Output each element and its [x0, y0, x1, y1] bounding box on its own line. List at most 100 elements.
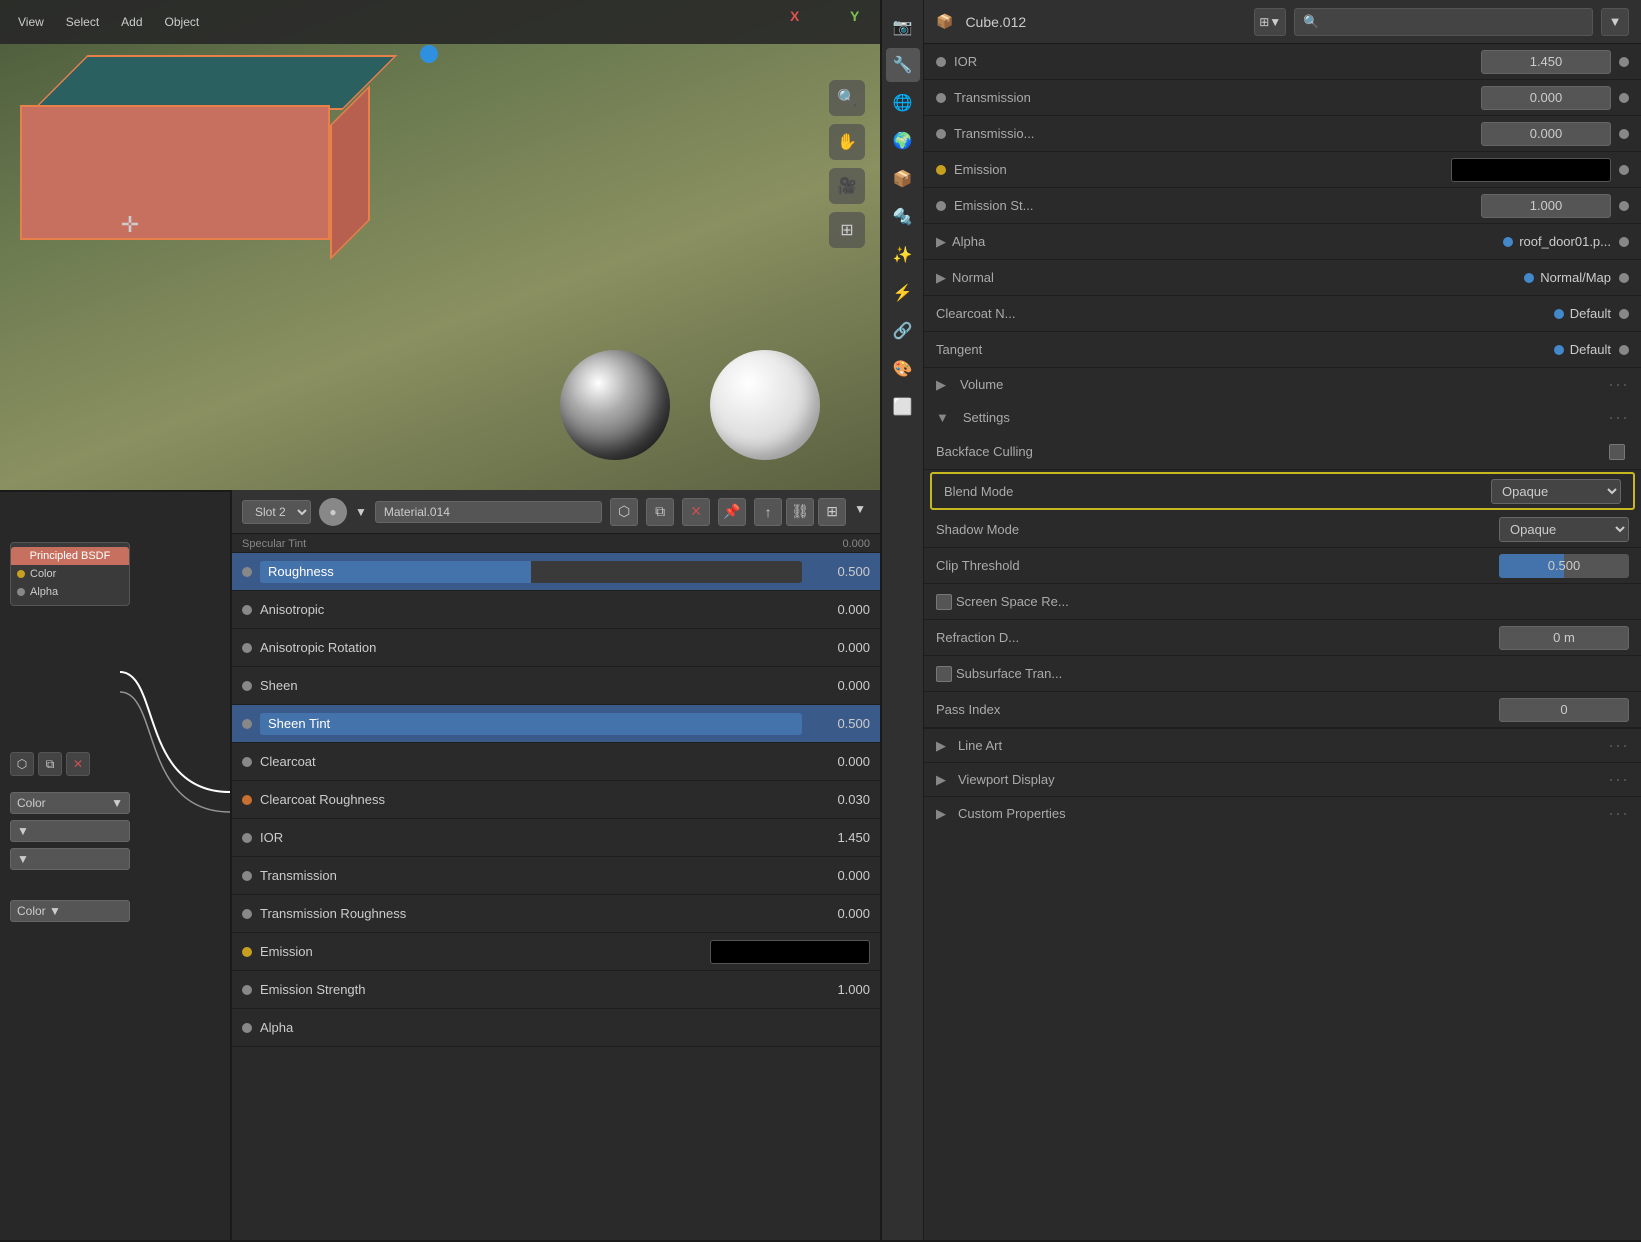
shadow-mode-dropdown[interactable]: Opaque: [1499, 517, 1629, 542]
ior-row[interactable]: IOR 1.450: [232, 819, 880, 857]
camera-icon[interactable]: 🎥: [829, 168, 865, 204]
transmission-row[interactable]: Transmission 0.000: [232, 857, 880, 895]
r-transmission-value[interactable]: 0.000: [1481, 86, 1611, 110]
r-clip-threshold-row[interactable]: Clip Threshold 0.500: [924, 548, 1641, 584]
modifier-icon[interactable]: 🔩: [886, 200, 920, 234]
r-transmission-roughness-row[interactable]: Transmissio... 0.000: [924, 116, 1641, 152]
scene-icon[interactable]: 🌐: [886, 86, 920, 120]
sheen-row[interactable]: Sheen 0.000: [232, 667, 880, 705]
color-bottom-dropdown[interactable]: Color ▼: [10, 900, 130, 922]
render-icon[interactable]: 📷: [886, 10, 920, 44]
sheen-tint-row[interactable]: Sheen Tint 0.500: [232, 705, 880, 743]
viewport-add-menu[interactable]: Add: [113, 11, 150, 33]
viewport-object-menu[interactable]: Object: [157, 11, 208, 33]
alpha-row[interactable]: Alpha: [232, 1009, 880, 1047]
r-pass-index-row[interactable]: Pass Index 0: [924, 692, 1641, 728]
roughness-row[interactable]: Roughness 0.500: [232, 553, 880, 591]
roughness-bar[interactable]: Roughness: [260, 561, 802, 583]
r-refraction-row[interactable]: Refraction D... 0 m: [924, 620, 1641, 656]
link-btn[interactable]: ⛓: [786, 498, 814, 526]
props-expand-arrow[interactable]: ▼: [850, 498, 870, 526]
viewport-select-menu[interactable]: Select: [58, 11, 107, 33]
blend-mode-dropdown[interactable]: Opaque Alpha Blend Alpha Hashed Alpha Cl…: [1491, 479, 1621, 504]
checker-icon[interactable]: ⬜: [886, 390, 920, 424]
color-dropdown-2[interactable]: ▼: [10, 820, 130, 842]
backface-culling-checkbox[interactable]: [1609, 444, 1625, 460]
r-ior-value[interactable]: 1.450: [1481, 50, 1611, 74]
sheen-tint-bar[interactable]: Sheen Tint: [260, 713, 802, 735]
physics-icon[interactable]: ⚡: [886, 276, 920, 310]
r-volume-section[interactable]: ▶ Volume ···: [924, 368, 1641, 401]
r-refraction-value[interactable]: 0 m: [1499, 626, 1629, 650]
grid-icon[interactable]: ⊞: [829, 212, 865, 248]
grid2-btn[interactable]: ⊞: [818, 498, 846, 526]
viewport-3d[interactable]: View Select Add Object ✛ X Y 🔍 ✋ 🎥 ⊞: [0, 0, 880, 490]
r-backface-culling-row[interactable]: Backface Culling: [924, 434, 1641, 470]
custom-props-menu-dots[interactable]: ···: [1608, 803, 1629, 824]
color-dropdown-3[interactable]: ▼: [10, 848, 130, 870]
material-icon[interactable]: 🎨: [886, 352, 920, 386]
blend-mode-row[interactable]: Blend Mode Opaque Alpha Blend Alpha Hash…: [930, 472, 1635, 510]
material-slot-select[interactable]: Slot 2: [242, 500, 311, 524]
clip-threshold-slider[interactable]: 0.500: [1499, 554, 1629, 578]
r-pass-index-value[interactable]: 0: [1499, 698, 1629, 722]
r-emission-strength-row[interactable]: Emission St... 1.000: [924, 188, 1641, 224]
clearcoat-roughness-row[interactable]: Clearcoat Roughness 0.030: [232, 781, 880, 819]
anisotropic-rotation-row[interactable]: Anisotropic Rotation 0.000: [232, 629, 880, 667]
r-line-art-section[interactable]: ▶ Line Art ···: [924, 728, 1641, 762]
shield-icon[interactable]: ⬡: [10, 752, 34, 776]
up-btn[interactable]: ↑: [754, 498, 782, 526]
r-em-str-value[interactable]: 1.000: [1481, 194, 1611, 218]
close-icon[interactable]: ✕: [66, 752, 90, 776]
r-clearcoat-n-row[interactable]: Clearcoat N... Default: [924, 296, 1641, 332]
color-dropdown[interactable]: Color ▼: [10, 792, 130, 814]
sphere-dropdown-arrow[interactable]: ▼: [355, 505, 367, 519]
panel-view-dropdown[interactable]: ⊞▼: [1254, 8, 1286, 36]
properties-search[interactable]: [1294, 8, 1593, 36]
r-emission-row[interactable]: Emission: [924, 152, 1641, 188]
pin-btn[interactable]: 📌: [718, 498, 746, 526]
r-normal-row[interactable]: ▶ Normal Normal/Map: [924, 260, 1641, 296]
r-alpha-row[interactable]: ▶ Alpha roof_door01.p...: [924, 224, 1641, 260]
clearcoat-row[interactable]: Clearcoat 0.000: [232, 743, 880, 781]
material-sphere-icon[interactable]: ●: [319, 498, 347, 526]
r-transmission-row[interactable]: Transmission 0.000: [924, 80, 1641, 116]
r-screen-space-row[interactable]: Screen Space Re...: [924, 584, 1641, 620]
alpha-expand-arrow[interactable]: ▶: [936, 234, 946, 250]
shield-btn[interactable]: ⬡: [610, 498, 638, 526]
r-trans-rough-value[interactable]: 0.000: [1481, 122, 1611, 146]
normal-expand-arrow[interactable]: ▶: [936, 270, 946, 286]
anisotropic-row[interactable]: Anisotropic 0.000: [232, 591, 880, 629]
settings-menu-dots[interactable]: ···: [1608, 407, 1629, 428]
particles-icon[interactable]: ✨: [886, 238, 920, 272]
transmission-roughness-row[interactable]: Transmission Roughness 0.000: [232, 895, 880, 933]
r-viewport-display-section[interactable]: ▶ Viewport Display ···: [924, 762, 1641, 796]
properties-icon[interactable]: 🔧: [886, 48, 920, 82]
r-ior-row[interactable]: IOR 1.450: [924, 44, 1641, 80]
close-btn[interactable]: ✕: [682, 498, 710, 526]
line-art-menu-dots[interactable]: ···: [1608, 735, 1629, 756]
volume-menu-dots[interactable]: ···: [1608, 374, 1629, 395]
hand-icon[interactable]: ✋: [829, 124, 865, 160]
viewport-view-menu[interactable]: View: [10, 11, 52, 33]
r-custom-properties-section[interactable]: ▶ Custom Properties ···: [924, 796, 1641, 830]
constraints-icon[interactable]: 🔗: [886, 314, 920, 348]
shadow-mode-row[interactable]: Shadow Mode Opaque: [924, 512, 1641, 548]
screen-space-checkbox[interactable]: [936, 594, 952, 610]
zoom-icon[interactable]: 🔍: [829, 80, 865, 116]
copy-btn[interactable]: ⧉: [646, 498, 674, 526]
r-tangent-row[interactable]: Tangent Default: [924, 332, 1641, 368]
emission-strength-row[interactable]: Emission Strength 1.000: [232, 971, 880, 1009]
copy-icon[interactable]: ⧉: [38, 752, 62, 776]
r-emission-swatch[interactable]: [1451, 158, 1611, 182]
viewport-display-menu-dots[interactable]: ···: [1608, 769, 1629, 790]
emission-color-swatch[interactable]: [710, 940, 870, 964]
emission-row[interactable]: Emission: [232, 933, 880, 971]
r-settings-section[interactable]: ▼ Settings ···: [924, 401, 1641, 434]
material-name-input[interactable]: [375, 501, 602, 523]
panel-expand-btn[interactable]: ▼: [1601, 8, 1629, 36]
r-subsurface-row[interactable]: Subsurface Tran...: [924, 656, 1641, 692]
object-icon[interactable]: 📦: [886, 162, 920, 196]
world-icon[interactable]: 🌍: [886, 124, 920, 158]
subsurface-checkbox[interactable]: [936, 666, 952, 682]
